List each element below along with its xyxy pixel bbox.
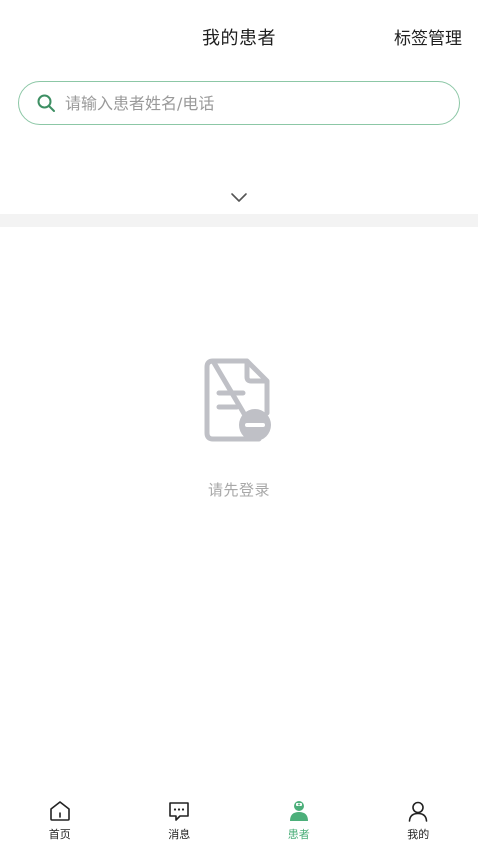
message-icon [166, 798, 192, 824]
tag-manage-button[interactable]: 标签管理 [394, 24, 462, 49]
tab-messages[interactable]: 消息 [120, 790, 240, 850]
tab-label: 首页 [48, 828, 71, 841]
section-divider [0, 214, 478, 227]
empty-state: 请先登录 [0, 355, 478, 500]
home-icon [47, 798, 73, 824]
empty-message: 请先登录 [207, 481, 270, 499]
document-minus-icon [203, 355, 275, 447]
tab-label: 患者 [287, 828, 310, 841]
tab-mine[interactable]: 我的 [359, 790, 478, 850]
tab-patients[interactable]: 患者 [239, 790, 359, 850]
chevron-down-icon [231, 193, 247, 202]
search-icon [35, 92, 57, 114]
tab-home[interactable]: 首页 [0, 790, 120, 850]
patient-icon [286, 798, 312, 824]
search-input[interactable] [65, 93, 425, 113]
expand-filter-button[interactable] [226, 187, 252, 209]
tab-label: 我的 [407, 828, 430, 841]
tab-label: 消息 [168, 828, 191, 841]
search-box[interactable] [18, 81, 460, 125]
header: 我的患者 标签管理 [0, 0, 478, 72]
bottom-tab-bar: 首页 消息 患者 我的 [0, 790, 478, 850]
user-icon [405, 798, 431, 824]
